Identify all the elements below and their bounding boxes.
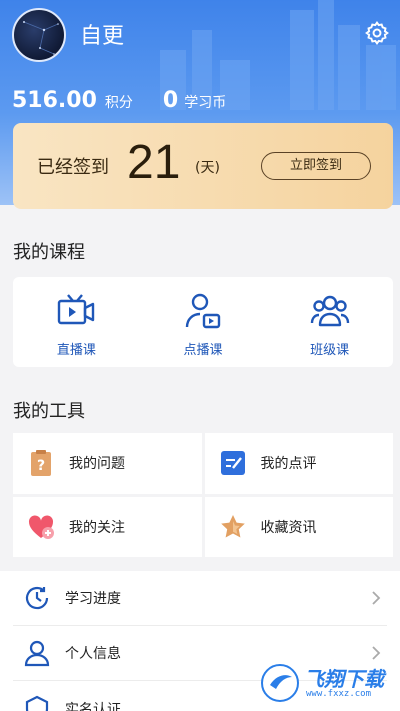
clock-icon [25, 586, 49, 610]
live-video-icon [58, 294, 95, 325]
coins-value: 0 [162, 88, 179, 113]
checkin-card: 已经签到 21 (天) 立即签到 [13, 123, 393, 209]
points-unit: 积分 [104, 95, 133, 111]
watermark-url: www.fxxz.com [306, 689, 372, 699]
avatar[interactable] [12, 8, 66, 62]
tool-saved-news[interactable]: 收藏资讯 [204, 496, 393, 557]
list-item-personal-info-label: 个人信息 [65, 646, 121, 662]
tool-my-follows-label: 我的关注 [69, 519, 125, 536]
comment-edit-icon [220, 451, 245, 476]
tool-my-questions-label: 我的问题 [69, 456, 125, 473]
watermark: 飞翔下载 www.fxxz.com [260, 659, 390, 707]
checkin-label: 已经签到 [37, 157, 109, 178]
tool-my-comments-label: 我的点评 [260, 456, 317, 473]
tools-grid: ? 我的问题 我的点评 我的关注 收藏资讯 [13, 433, 393, 557]
group-icon [310, 295, 349, 327]
checkin-days: 21 [127, 136, 181, 189]
question-clipboard-icon: ? [31, 450, 51, 477]
tool-saved-news-label: 收藏资讯 [260, 519, 317, 536]
tool-my-comments[interactable]: 我的点评 [204, 433, 393, 494]
shield-icon [25, 695, 49, 711]
courses-title: 我的课程 [13, 242, 85, 263]
course-ondemand[interactable]: 点播课 [140, 277, 267, 367]
gear-icon[interactable] [364, 20, 390, 46]
checkin-unit: (天) [195, 160, 220, 176]
star-icon [220, 514, 245, 538]
list-item-study-progress-label: 学习进度 [65, 591, 121, 607]
course-live-label: 直播课 [56, 343, 96, 358]
tool-my-questions[interactable]: ? 我的问题 [13, 433, 202, 494]
person-icon [24, 640, 50, 667]
course-live[interactable]: 直播课 [13, 277, 140, 367]
svg-text:?: ? [37, 458, 45, 474]
coins-unit: 学习币 [184, 95, 227, 111]
heart-plus-icon [28, 515, 54, 539]
points-value: 516.00 [12, 88, 97, 113]
course-class[interactable]: 班级课 [266, 277, 393, 367]
list-item-real-name-label: 实名认证 [65, 701, 121, 711]
watermark-logo [261, 664, 299, 702]
list-item-study-progress[interactable]: 学习进度 [13, 571, 387, 626]
tool-my-follows[interactable]: 我的关注 [13, 496, 202, 557]
courses-card: 直播课 点播课 班级课 [13, 277, 393, 367]
points-row: 516.00 积分 0 学习币 [12, 88, 226, 113]
course-class-label: 班级课 [310, 343, 350, 358]
checkin-button[interactable]: 立即签到 [261, 152, 371, 180]
user-play-icon [185, 293, 221, 329]
chevron-right-icon [372, 591, 381, 605]
course-ondemand-label: 点播课 [183, 343, 223, 358]
watermark-text: 飞翔下载 [304, 667, 384, 691]
username: 自更 [80, 24, 125, 49]
tools-title: 我的工具 [13, 401, 85, 422]
